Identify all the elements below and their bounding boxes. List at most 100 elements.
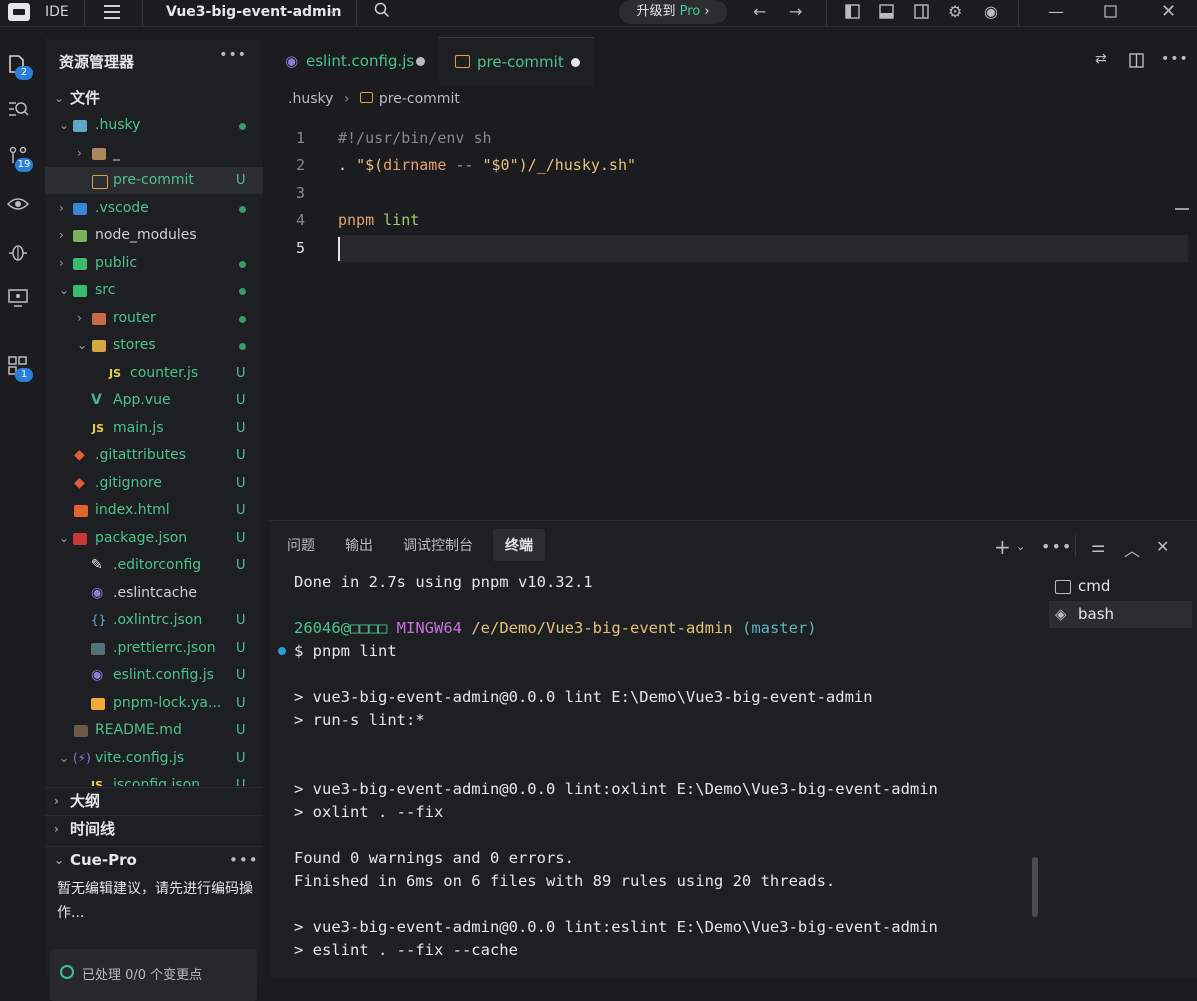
preview-eye-icon[interactable]: [6, 193, 30, 217]
text-caret: [338, 237, 340, 261]
folder-router-icon: [92, 313, 106, 325]
new-terminal-plus-icon[interactable]: +: [994, 535, 1011, 559]
prettier-file-icon: [91, 643, 105, 655]
tree-item-pnpm-lock[interactable]: pnpm-lock.ya... U: [45, 690, 263, 717]
terminal-item-cmd[interactable]: cmd: [1049, 573, 1192, 600]
maximize-panel-chevron-up-icon[interactable]: ︿: [1124, 537, 1140, 561]
terminal-file-icon: [359, 92, 373, 103]
eslint-file-icon: ◉: [91, 585, 104, 601]
compare-changes-icon[interactable]: ⇄: [1095, 51, 1107, 67]
terminal-item-bash[interactable]: ◈ bash: [1049, 601, 1192, 628]
terminal-scrollbar[interactable]: [1032, 857, 1038, 917]
tree-item-prettierrc[interactable]: .prettierrc.json U: [45, 635, 263, 662]
settings-gear-icon[interactable]: ⚙: [948, 2, 962, 21]
account-icon[interactable]: ◉: [984, 2, 998, 21]
tree-item-router[interactable]: › router: [45, 305, 263, 332]
upgrade-pro-button[interactable]: 升级到 Pro ›: [619, 0, 727, 24]
tree-item-pre-commit[interactable]: pre-commit U: [45, 167, 263, 194]
tree-item-readme[interactable]: README.md U: [45, 717, 263, 744]
source-control-icon[interactable]: 19: [6, 145, 33, 172]
tree-item-gitattributes[interactable]: ◆ .gitattributes U: [45, 442, 263, 469]
tree-item-jsconfig[interactable]: JS jsconfig.json U: [45, 772, 263, 786]
more-actions-icon[interactable]: •••: [1161, 51, 1189, 67]
tab-debug-console[interactable]: 调试控制台: [403, 535, 473, 555]
tab-output[interactable]: 输出: [345, 535, 373, 555]
breadcrumb-item[interactable]: .husky: [288, 91, 333, 107]
chevron-down-icon[interactable]: ⌄: [1016, 540, 1025, 553]
unsaved-dot-icon[interactable]: [571, 58, 580, 67]
split-editor-icon[interactable]: [1129, 53, 1144, 72]
explorer-icon[interactable]: 2: [6, 53, 33, 80]
markdown-file-icon: [74, 725, 88, 737]
code-editor[interactable]: 1 2 3 4 5 #!/usr/bin/env sh . "$(dirname…: [269, 118, 1197, 513]
divider: [84, 0, 85, 26]
back-arrow-icon[interactable]: ←: [753, 2, 766, 21]
divider: [356, 0, 357, 26]
folder-public-icon: [73, 258, 87, 270]
toggle-panel-icon[interactable]: [879, 4, 894, 23]
git-file-icon: ◆: [74, 475, 85, 491]
more-actions-icon[interactable]: •••: [219, 47, 247, 63]
tree-item-node-modules[interactable]: › node_modules: [45, 222, 263, 249]
forward-arrow-icon[interactable]: →: [789, 2, 802, 21]
chevron-down-icon: ⌄: [54, 853, 65, 867]
toggle-sidebar-icon[interactable]: [845, 4, 860, 23]
more-actions-icon[interactable]: •••: [229, 847, 259, 874]
current-line-highlight: [338, 235, 1188, 262]
tree-item-underscore[interactable]: › _: [45, 140, 263, 167]
tab-pre-commit[interactable]: pre-commit: [439, 37, 594, 86]
close-window-icon[interactable]: ✕: [1161, 1, 1176, 22]
ide-label[interactable]: IDE: [35, 4, 79, 20]
tree-item-gitignore[interactable]: ◆ .gitignore U: [45, 470, 263, 497]
project-name[interactable]: Vue3-big-event-admin: [166, 4, 341, 20]
tree-item-package-json[interactable]: ⌄ package.json U: [45, 525, 263, 552]
toggle-secondary-sidebar-icon[interactable]: [914, 4, 929, 23]
tree-item-index-html[interactable]: index.html U: [45, 497, 263, 524]
tree-item-src[interactable]: ⌄ src: [45, 277, 263, 304]
chevron-down-icon[interactable]: ⌄: [328, 3, 338, 17]
close-panel-icon[interactable]: ✕: [1156, 537, 1169, 556]
extensions-icon[interactable]: 1: [6, 355, 33, 382]
search-icon[interactable]: [374, 2, 390, 22]
more-actions-icon[interactable]: •••: [1041, 537, 1072, 556]
tree-item-oxlintrc[interactable]: {} .oxlintrc.json U: [45, 607, 263, 634]
breadcrumb-item[interactable]: pre-commit: [379, 91, 460, 107]
tree-item-vite-config[interactable]: ⌄ (⚡) vite.config.js U: [45, 745, 263, 772]
tree-item-eslint-config[interactable]: ◉ eslint.config.js U: [45, 662, 263, 689]
tree-item-public[interactable]: › public: [45, 250, 263, 277]
cue-pro-section-header[interactable]: ⌄ Cue-Pro •••: [45, 846, 263, 874]
maximize-window-icon[interactable]: [1104, 3, 1117, 22]
divider: [1018, 0, 1019, 26]
hamburger-menu-icon[interactable]: [104, 5, 120, 19]
vite-file-icon: (⚡): [73, 751, 91, 765]
js-file-icon: JS: [91, 779, 104, 786]
tab-terminal[interactable]: 终端: [493, 529, 545, 561]
tree-item-editorconfig[interactable]: ✎ .editorconfig U: [45, 552, 263, 579]
search-icon[interactable]: [6, 98, 30, 122]
tree-item-main-js[interactable]: JS main.js U: [45, 415, 263, 442]
outline-section-header[interactable]: › 大纲: [45, 787, 263, 815]
tree-item-vscode[interactable]: › .vscode: [45, 195, 263, 222]
divider: [142, 0, 143, 26]
tab-problems[interactable]: 问题: [287, 535, 315, 555]
files-section-header[interactable]: ⌄ 文件: [45, 85, 263, 112]
tree-item-husky[interactable]: ⌄ .husky: [45, 112, 263, 139]
tree-item-stores[interactable]: ⌄ stores: [45, 332, 263, 359]
debug-bug-icon[interactable]: [6, 241, 30, 265]
git-file-icon: ◆: [74, 447, 85, 463]
line-number: 3: [295, 184, 305, 202]
tab-eslint-config[interactable]: ◉ eslint.config.js: [269, 37, 437, 85]
timeline-section-header[interactable]: › 时间线: [45, 815, 263, 843]
remote-monitor-icon[interactable]: [6, 287, 30, 311]
tree-item-eslintcache[interactable]: ◉ .eslintcache: [45, 580, 263, 607]
minimize-window-icon[interactable]: —: [1048, 2, 1064, 21]
chevron-right-icon: ›: [77, 146, 82, 160]
explorer-badge: 2: [15, 66, 33, 80]
cue-status-card: 已处理 0/0 个变更点: [50, 949, 257, 1001]
unsaved-dot-icon[interactable]: [416, 57, 425, 66]
tree-item-app-vue[interactable]: V App.vue U: [45, 387, 263, 414]
divider: [1075, 535, 1076, 557]
tree-item-counter-js[interactable]: JS counter.js U: [45, 360, 263, 387]
terminal-settings-icon[interactable]: ⚌: [1091, 537, 1105, 556]
chevron-right-icon: ›: [343, 91, 350, 107]
